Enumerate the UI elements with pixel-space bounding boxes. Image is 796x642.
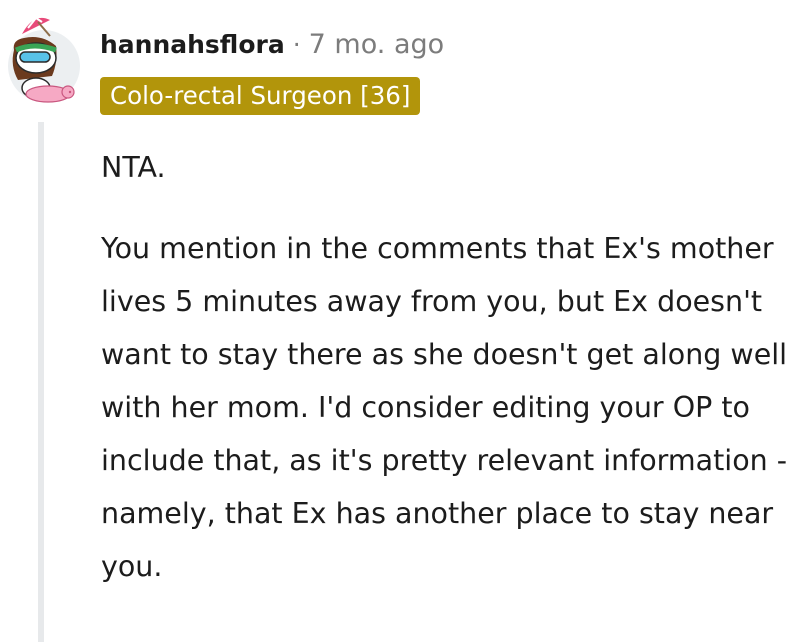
user-flair-badge: Colo-rectal Surgeon [36] (100, 77, 421, 115)
comment-meta: hannahsflora · 7 mo. ago (100, 26, 444, 62)
username-link[interactable]: hannahsflora (100, 30, 285, 59)
comment: hannahsflora · 7 mo. ago Colo-rectal Sur… (0, 0, 796, 642)
comment-paragraph: You mention in the comments that Ex's mo… (101, 232, 788, 583)
thread-line[interactable] (38, 122, 44, 642)
snoo-avatar-icon[interactable] (4, 6, 84, 104)
meta-separator: · (292, 29, 301, 59)
timestamp[interactable]: 7 mo. ago (309, 29, 444, 60)
comment-body: NTA. You mention in the comments that Ex… (101, 141, 791, 593)
comment-paragraph: NTA. (101, 151, 166, 184)
